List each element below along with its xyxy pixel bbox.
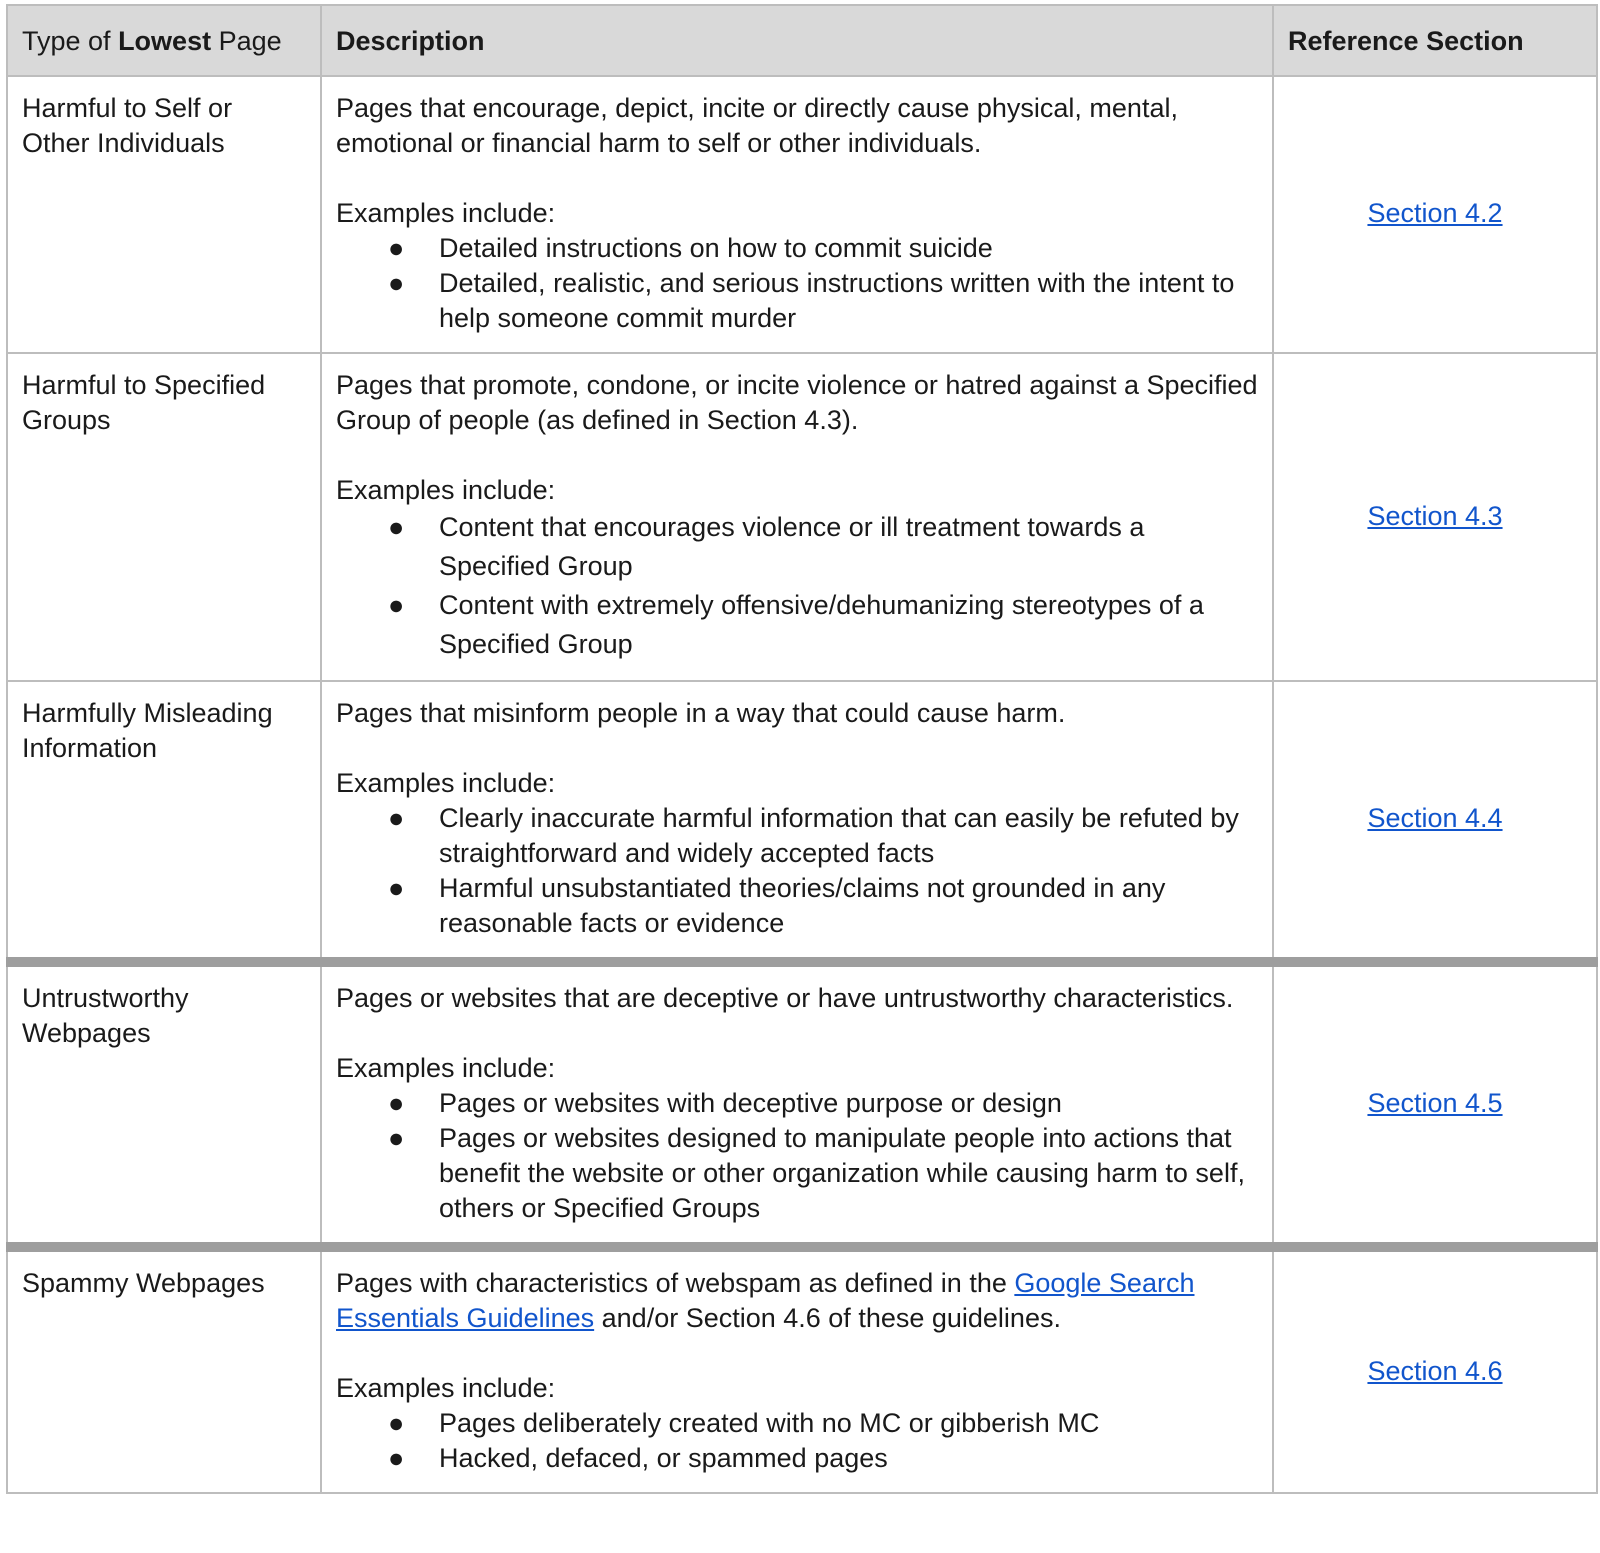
reference-link-section-4-3[interactable]: Section 4.3 bbox=[1367, 501, 1502, 531]
description-text: Pages with characteristics of webspam as… bbox=[336, 1268, 1195, 1333]
header-reference-section: Reference Section bbox=[1272, 4, 1598, 77]
examples-label: Examples include: bbox=[336, 1053, 556, 1083]
table-row: Spammy Webpages Pages with characteristi… bbox=[6, 1242, 1598, 1494]
row-reference: Section 4.4 bbox=[1272, 680, 1598, 963]
row-reference: Section 4.6 bbox=[1272, 1242, 1598, 1494]
examples-list: ● Pages or websites with deceptive purpos… bbox=[336, 1086, 1258, 1226]
row-description: Pages that encourage, depict, incite or … bbox=[320, 75, 1274, 354]
table-row: Harmful to Self or Other Individuals Pag… bbox=[6, 75, 1598, 354]
lowest-page-types-table: Type of Lowest Page Description Referenc… bbox=[6, 4, 1598, 1494]
table-row: Harmful to Specified Groups Pages that p… bbox=[6, 352, 1598, 682]
examples-list: ● Content that encourages violence or ill… bbox=[336, 508, 1258, 664]
examples-label: Examples include: bbox=[336, 1373, 556, 1403]
row-reference: Section 4.3 bbox=[1272, 352, 1598, 682]
row-type: Harmfully Misleading Information bbox=[6, 680, 322, 963]
examples-label: Examples include: bbox=[336, 768, 556, 798]
row-reference: Section 4.5 bbox=[1272, 957, 1598, 1248]
row-description: Pages or websites that are deceptive or … bbox=[320, 957, 1274, 1248]
bullet-icon: ● bbox=[388, 1123, 405, 1153]
description-text: Pages that encourage, depict, incite or … bbox=[336, 93, 1178, 158]
bullet-icon: ● bbox=[388, 803, 405, 833]
bullet-icon: ● bbox=[388, 233, 405, 263]
list-item: ● Detailed, realistic, and serious instru… bbox=[388, 268, 1235, 333]
bullet-icon: ● bbox=[388, 268, 405, 298]
reference-link-section-4-4[interactable]: Section 4.4 bbox=[1367, 803, 1502, 833]
table-header-row: Type of Lowest Page Description Referenc… bbox=[6, 4, 1598, 77]
list-item: ● Clearly inaccurate harmful information … bbox=[388, 803, 1239, 868]
list-item: ● Pages or websites designed to manipulat… bbox=[388, 1123, 1245, 1223]
list-item: ● Pages or websites with deceptive purpos… bbox=[336, 1086, 1258, 1121]
bullet-icon: ● bbox=[388, 1443, 405, 1473]
list-item: ● Pages deliberately created with no MC o… bbox=[336, 1406, 1258, 1441]
header-description: Description bbox=[320, 4, 1274, 77]
header-type-of-lowest-page: Type of Lowest Page bbox=[6, 4, 322, 77]
row-description: Pages with characteristics of webspam as… bbox=[320, 1242, 1274, 1494]
reference-link-section-4-2[interactable]: Section 4.2 bbox=[1367, 198, 1502, 228]
examples-list: ● Detailed instructions on how to commit … bbox=[336, 231, 1258, 336]
row-type: Harmful to Specified Groups bbox=[6, 352, 322, 682]
list-item: ● Detailed instructions on how to commit … bbox=[336, 231, 1258, 266]
reference-link-section-4-6[interactable]: Section 4.6 bbox=[1367, 1356, 1502, 1386]
row-type: Spammy Webpages bbox=[6, 1242, 322, 1494]
bullet-icon: ● bbox=[388, 512, 405, 542]
reference-link-section-4-5[interactable]: Section 4.5 bbox=[1367, 1088, 1502, 1118]
examples-label: Examples include: bbox=[336, 198, 556, 228]
row-type: Untrustworthy Webpages bbox=[6, 957, 322, 1248]
row-description: Pages that promote, condone, or incite v… bbox=[320, 352, 1274, 682]
row-reference: Section 4.2 bbox=[1272, 75, 1598, 354]
list-item: ● Content that encourages violence or ill… bbox=[336, 508, 1258, 586]
row-type: Harmful to Self or Other Individuals bbox=[6, 75, 322, 354]
table-row: Untrustworthy Webpages Pages or websites… bbox=[6, 957, 1598, 1248]
list-item: ● Content with extremely offensive/dehuma… bbox=[336, 586, 1258, 664]
list-item: ● Harmful unsubstantiated theories/claims… bbox=[388, 873, 1166, 938]
bullet-icon: ● bbox=[388, 873, 405, 903]
bullet-icon: ● bbox=[388, 1088, 405, 1118]
examples-list: ● Clearly inaccurate harmful information … bbox=[336, 801, 1258, 941]
list-item: ● Hacked, defaced, or spammed pages bbox=[336, 1441, 1258, 1476]
examples-list: ● Pages deliberately created with no MC o… bbox=[336, 1406, 1258, 1476]
table-row: Harmfully Misleading Information Pages t… bbox=[6, 680, 1598, 963]
description-text: Pages or websites that are deceptive or … bbox=[336, 983, 1234, 1013]
bullet-icon: ● bbox=[388, 1408, 405, 1438]
bullet-icon: ● bbox=[388, 590, 405, 620]
description-text: Pages that promote, condone, or incite v… bbox=[336, 370, 1258, 435]
description-text: Pages that misinform people in a way tha… bbox=[336, 698, 1066, 728]
examples-label: Examples include: bbox=[336, 475, 556, 505]
row-description: Pages that misinform people in a way tha… bbox=[320, 680, 1274, 963]
